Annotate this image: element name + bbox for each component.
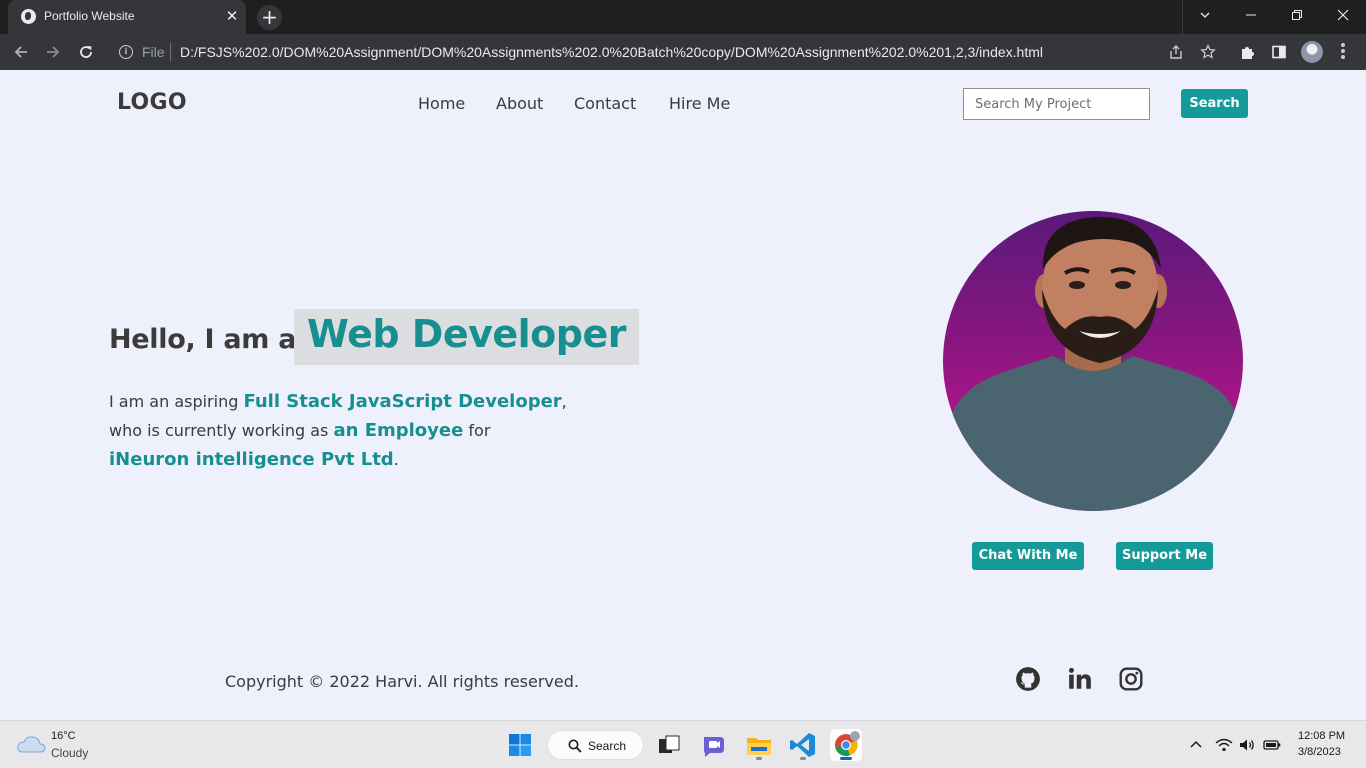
footer-copyright: Copyright © 2022 Harvi. All rights reser…	[225, 672, 579, 691]
search-icon	[568, 739, 582, 753]
extensions-puzzle-icon[interactable]	[1237, 42, 1257, 62]
clock-time[interactable]: 12:08 PM	[1298, 730, 1345, 742]
forward-arrow-icon[interactable]	[41, 40, 65, 64]
task-view-icon[interactable]	[653, 729, 685, 761]
wifi-icon[interactable]	[1215, 736, 1233, 754]
file-explorer-icon[interactable]	[743, 729, 775, 761]
weather-description[interactable]: Cloudy	[51, 746, 88, 760]
linkedin-icon[interactable]	[1067, 666, 1093, 692]
taskbar-search-label: Search	[588, 739, 627, 753]
nav-contact[interactable]: Contact	[574, 94, 636, 113]
browser-tab-strip: Portfolio Website ✕ +	[0, 0, 1366, 34]
hero-description: I am an aspiring Full Stack JavaScript D…	[109, 387, 709, 474]
description-text: I am an aspiring	[109, 392, 244, 411]
new-tab-button[interactable]: +	[257, 5, 282, 30]
browser-tab[interactable]: Portfolio Website ✕	[8, 0, 246, 34]
hero-role: Web Developer	[307, 312, 626, 356]
site-logo[interactable]: LOGO	[117, 90, 187, 115]
chrome-icon[interactable]	[830, 729, 862, 761]
windows-start-icon[interactable]	[508, 733, 532, 757]
description-text: ,	[561, 392, 567, 411]
vscode-icon[interactable]	[787, 729, 819, 761]
battery-icon[interactable]	[1263, 736, 1281, 754]
kebab-menu-icon[interactable]	[1340, 42, 1346, 62]
running-indicator	[800, 757, 806, 760]
nav-home[interactable]: Home	[418, 94, 465, 113]
taskbar-search[interactable]: Search	[547, 730, 644, 760]
url-scheme-label: File	[142, 44, 165, 60]
hero-intro: Hello, I am a	[109, 324, 297, 355]
highlight-position: an Employee	[333, 420, 464, 441]
globe-icon	[21, 9, 36, 24]
profile-photo	[943, 211, 1243, 511]
project-search-input[interactable]	[963, 88, 1150, 120]
support-me-button[interactable]: Support Me	[1116, 542, 1213, 570]
description-text: for	[463, 421, 491, 440]
reload-icon[interactable]	[74, 40, 98, 64]
minimize-icon[interactable]	[1228, 0, 1274, 30]
divider	[170, 43, 171, 61]
nav-about[interactable]: About	[496, 94, 543, 113]
search-button[interactable]: Search	[1181, 89, 1248, 118]
browser-toolbar: i File D:/FSJS%202.0/DOM%20Assignment/DO…	[0, 34, 1366, 70]
weather-temperature[interactable]: 16°C	[51, 730, 76, 742]
bookmark-star-icon[interactable]	[1198, 42, 1218, 62]
volume-icon[interactable]	[1238, 736, 1256, 754]
highlight-role: Full Stack JavaScript Developer	[243, 391, 562, 412]
instagram-icon[interactable]	[1118, 666, 1144, 692]
address-bar[interactable]: D:/FSJS%202.0/DOM%20Assignment/DOM%20Ass…	[180, 44, 1043, 60]
cloudy-weather-icon[interactable]	[16, 732, 46, 756]
tray-overflow-chevron-icon[interactable]	[1187, 736, 1205, 754]
divider	[1182, 0, 1183, 34]
site-info-icon[interactable]: i	[119, 45, 133, 59]
close-tab-icon[interactable]: ✕	[224, 8, 240, 24]
tab-search-icon[interactable]	[1182, 0, 1228, 30]
portfolio-page: LOGO Home About Contact Hire Me Search H…	[0, 70, 1366, 720]
windows-taskbar: 16°C Cloudy Search 12:08 PM 3/8/2023	[0, 720, 1366, 768]
description-text: .	[393, 450, 399, 469]
close-window-icon[interactable]	[1320, 0, 1366, 30]
github-icon[interactable]	[1015, 666, 1041, 692]
nav-hire-me[interactable]: Hire Me	[669, 94, 730, 113]
highlight-company: iNeuron intelligence Pvt Ltd	[109, 449, 394, 470]
side-panel-icon[interactable]	[1269, 42, 1289, 62]
tab-title: Portfolio Website	[44, 9, 135, 23]
active-indicator	[840, 757, 852, 760]
running-indicator	[756, 757, 762, 760]
profile-avatar[interactable]	[1301, 41, 1323, 63]
teams-chat-icon[interactable]	[698, 729, 730, 761]
clock-date[interactable]: 3/8/2023	[1298, 746, 1341, 758]
description-text: who is currently working as	[109, 421, 334, 440]
share-icon[interactable]	[1166, 42, 1186, 62]
role-highlight-box: Web Developer	[294, 309, 639, 365]
chat-with-me-button[interactable]: Chat With Me	[972, 542, 1084, 570]
restore-icon[interactable]	[1274, 0, 1320, 30]
back-arrow-icon[interactable]	[9, 40, 33, 64]
